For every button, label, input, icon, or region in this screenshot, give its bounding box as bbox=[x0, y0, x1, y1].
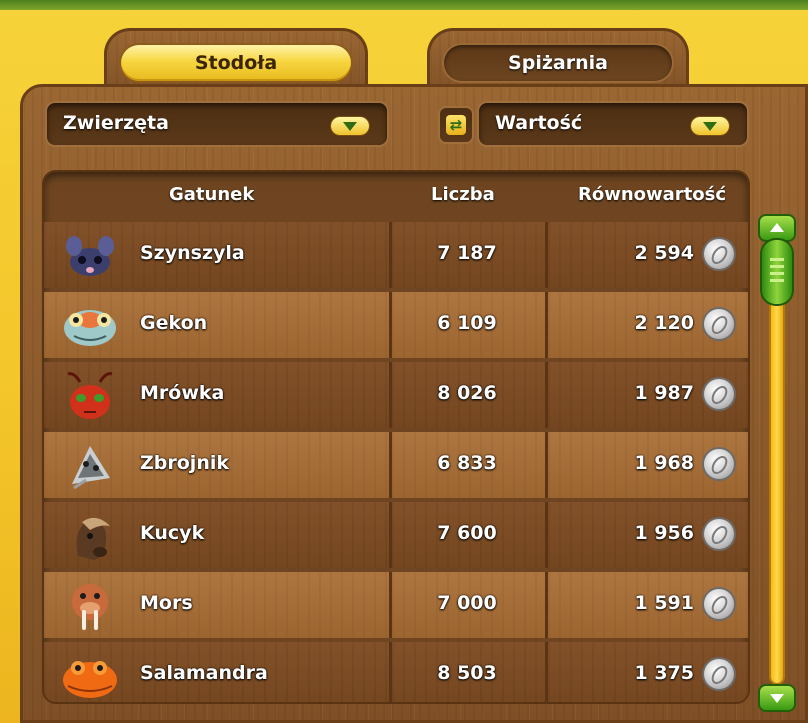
table-row[interactable]: Zbrojnik 6 833 1 968 bbox=[44, 432, 748, 498]
silver-coin-icon bbox=[704, 309, 734, 339]
value-amount: 2 594 bbox=[634, 242, 695, 264]
count-value: 6 833 bbox=[437, 452, 497, 474]
armored-catfish-icon bbox=[72, 446, 110, 490]
species-cell: Kucyk bbox=[44, 502, 392, 568]
value-amount: 1 375 bbox=[634, 662, 695, 684]
value-cell: 1 987 bbox=[548, 362, 748, 428]
walrus-icon bbox=[72, 584, 108, 630]
silver-coin-icon bbox=[704, 449, 734, 479]
scrollbar-track[interactable] bbox=[771, 243, 783, 683]
sort-dropdown[interactable]: Wartość bbox=[477, 101, 749, 147]
species-cell: Mors bbox=[44, 572, 392, 638]
silver-coin-icon bbox=[704, 519, 734, 549]
table-row[interactable]: Gekon 6 109 2 120 bbox=[44, 292, 748, 358]
salamander-icon bbox=[63, 661, 117, 698]
sort-dropdown-label: Wartość bbox=[495, 112, 583, 134]
table-row[interactable]: Kucyk 7 600 1 956 bbox=[44, 502, 748, 568]
count-value: 7 000 bbox=[437, 592, 497, 614]
animals-table: Gatunek Liczba Równowartość Szynszyla 7 … bbox=[42, 170, 750, 704]
value-cell: 1 956 bbox=[548, 502, 748, 568]
ant-icon bbox=[67, 372, 113, 419]
count-cell: 6 833 bbox=[392, 432, 548, 498]
silver-coin-icon bbox=[704, 239, 734, 269]
count-cell: 8 026 bbox=[392, 362, 548, 428]
chinchilla-icon bbox=[66, 236, 114, 276]
table-row[interactable]: Szynszyla 7 187 2 594 bbox=[44, 222, 748, 288]
species-name: Szynszyla bbox=[140, 242, 245, 264]
species-name: Gekon bbox=[140, 312, 208, 334]
species-name: Kucyk bbox=[140, 522, 205, 544]
silver-coin-icon bbox=[704, 589, 734, 619]
value-amount: 1 956 bbox=[634, 522, 695, 544]
chevron-down-icon bbox=[331, 117, 369, 135]
count-value: 6 109 bbox=[437, 312, 497, 334]
tab-spizarnia-label: Spiżarnia bbox=[444, 45, 672, 81]
scrollbar-thumb[interactable] bbox=[762, 240, 792, 304]
category-dropdown[interactable]: Zwierzęta bbox=[45, 101, 389, 147]
chevron-down-icon bbox=[691, 117, 729, 135]
value-cell: 2 594 bbox=[548, 222, 748, 288]
header-count[interactable]: Liczba bbox=[431, 184, 495, 205]
gecko-icon bbox=[64, 310, 116, 346]
top-grass-strip bbox=[0, 0, 808, 10]
count-value: 8 026 bbox=[437, 382, 497, 404]
value-amount: 1 968 bbox=[634, 452, 695, 474]
count-cell: 7 187 bbox=[392, 222, 548, 288]
species-cell: Salamandra bbox=[44, 642, 392, 702]
count-cell: 8 503 bbox=[392, 642, 548, 702]
tab-stodola-label: Stodoła bbox=[121, 45, 351, 81]
species-cell: Mrówka bbox=[44, 362, 392, 428]
swap-arrows-icon: ⇄ bbox=[446, 115, 466, 135]
species-name: Salamandra bbox=[140, 662, 268, 684]
sort-direction-button[interactable]: ⇄ bbox=[438, 106, 474, 144]
value-cell: 1 591 bbox=[548, 572, 748, 638]
count-value: 7 187 bbox=[437, 242, 497, 264]
value-cell: 1 375 bbox=[548, 642, 748, 702]
value-cell: 2 120 bbox=[548, 292, 748, 358]
value-amount: 1 591 bbox=[634, 592, 695, 614]
value-amount: 1 987 bbox=[634, 382, 695, 404]
species-name: Zbrojnik bbox=[140, 452, 229, 474]
table-row[interactable]: Mors 7 000 1 591 bbox=[44, 572, 748, 638]
table-row[interactable]: Salamandra 8 503 1 375 bbox=[44, 642, 748, 702]
count-cell: 7 600 bbox=[392, 502, 548, 568]
species-name: Mors bbox=[140, 592, 193, 614]
count-value: 7 600 bbox=[437, 522, 497, 544]
pony-icon bbox=[76, 517, 110, 560]
count-value: 8 503 bbox=[437, 662, 497, 684]
species-cell: Gekon bbox=[44, 292, 392, 358]
header-species[interactable]: Gatunek bbox=[169, 184, 254, 205]
species-cell: Szynszyla bbox=[44, 222, 392, 288]
category-dropdown-label: Zwierzęta bbox=[63, 112, 169, 134]
table-row[interactable]: Mrówka 8 026 1 987 bbox=[44, 362, 748, 428]
silver-coin-icon bbox=[704, 379, 734, 409]
count-cell: 6 109 bbox=[392, 292, 548, 358]
scroll-down-button[interactable] bbox=[760, 686, 794, 710]
silver-coin-icon bbox=[704, 659, 734, 689]
value-amount: 2 120 bbox=[634, 312, 695, 334]
value-cell: 1 968 bbox=[548, 432, 748, 498]
species-name: Mrówka bbox=[140, 382, 225, 404]
scroll-up-button[interactable] bbox=[760, 216, 794, 240]
header-value[interactable]: Równowartość bbox=[578, 184, 726, 205]
species-cell: Zbrojnik bbox=[44, 432, 392, 498]
count-cell: 7 000 bbox=[392, 572, 548, 638]
